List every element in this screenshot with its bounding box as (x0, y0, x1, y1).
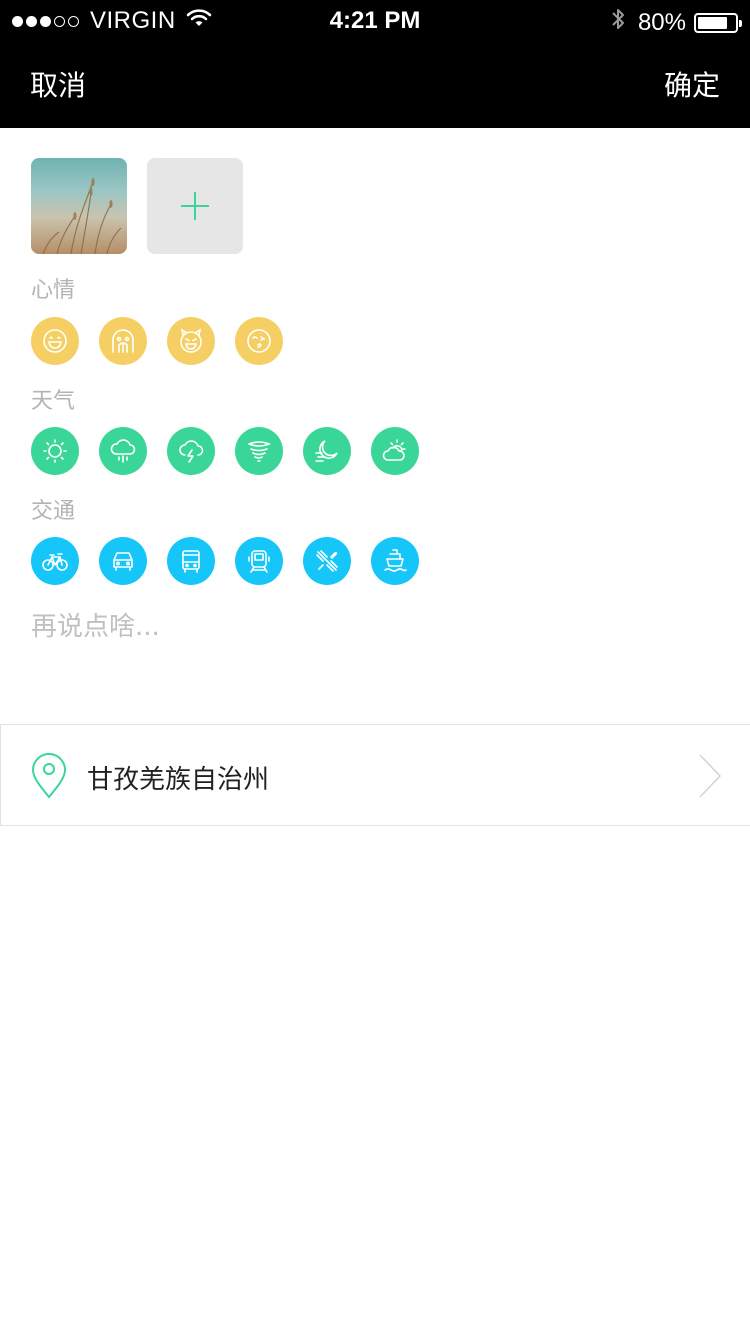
confirm-button[interactable]: 确定 (664, 64, 720, 104)
bus-icon[interactable] (167, 537, 215, 585)
status-bar: VIRGIN 4:21 PM 80% (0, 0, 750, 40)
mood-label: 心情 (31, 278, 76, 303)
battery-icon (694, 12, 742, 33)
devil-face-icon[interactable] (167, 317, 215, 365)
chevron-right-icon (698, 753, 722, 803)
scared-face-icon[interactable] (99, 317, 147, 365)
rain-cloud-icon[interactable] (99, 427, 147, 475)
note-input[interactable] (31, 612, 711, 642)
location-pin-icon (31, 753, 67, 803)
weather-row (31, 427, 439, 475)
weather-label: 天气 (31, 389, 76, 414)
airplane-icon[interactable] (303, 537, 351, 585)
cancel-button[interactable]: 取消 (30, 64, 86, 104)
location-name: 甘孜羌族自治州 (87, 765, 270, 795)
location-row[interactable]: 甘孜羌族自治州 (0, 724, 750, 826)
traffic-row (31, 537, 439, 585)
add-photo-button[interactable] (147, 158, 243, 254)
bicycle-icon[interactable] (31, 537, 79, 585)
status-right: 80% (610, 6, 742, 39)
grin-face-icon[interactable] (31, 317, 79, 365)
photo-thumbnail[interactable] (31, 158, 127, 254)
tornado-icon[interactable] (235, 427, 283, 475)
partly-cloudy-icon[interactable] (371, 427, 419, 475)
wink-face-icon[interactable] (235, 317, 283, 365)
battery-percent: 80% (637, 8, 686, 36)
car-icon[interactable] (99, 537, 147, 585)
plus-icon (181, 192, 209, 220)
wheat-photo-icon (42, 178, 122, 254)
moon-wind-icon[interactable] (303, 427, 351, 475)
traffic-label: 交通 (31, 499, 76, 524)
train-icon[interactable] (235, 537, 283, 585)
mood-row (31, 317, 303, 365)
navigation-bar: 取消 确定 (0, 40, 750, 128)
battery-level-fill (698, 16, 727, 29)
sun-icon[interactable] (31, 427, 79, 475)
bluetooth-icon (610, 6, 626, 39)
ship-icon[interactable] (371, 537, 419, 585)
thunder-cloud-icon[interactable] (167, 427, 215, 475)
photo-strip (31, 158, 243, 254)
